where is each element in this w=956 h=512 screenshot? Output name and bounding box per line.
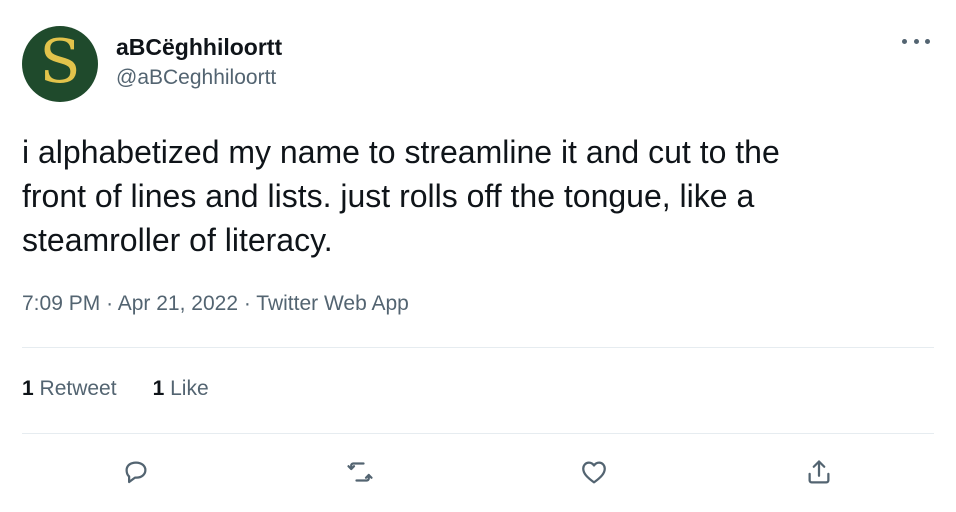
tweet-meta: 7:09 PM · Apr 21, 2022 · Twitter Web App <box>22 292 409 316</box>
avatar-letter: S <box>39 27 81 97</box>
likes-label: Like <box>170 377 209 400</box>
retweets-stat[interactable]: 1 Retweet <box>22 377 117 401</box>
meta-separator: · <box>243 292 257 315</box>
retweets-label: Retweet <box>39 377 117 400</box>
meta-separator: · <box>106 292 118 315</box>
tweet-stats: 1 Retweet 1 Like <box>22 377 209 401</box>
tweet-source[interactable]: Twitter Web App <box>256 292 409 315</box>
display-name[interactable]: aBCëghhiloortt <box>116 34 282 61</box>
action-bar <box>0 452 956 496</box>
divider <box>22 347 934 348</box>
likes-stat[interactable]: 1 Like <box>153 377 209 401</box>
more-horizontal-icon[interactable] <box>902 34 930 48</box>
likes-count: 1 <box>152 377 165 400</box>
divider <box>22 433 934 434</box>
retweet-icon[interactable] <box>340 452 380 492</box>
heart-icon[interactable] <box>574 452 614 492</box>
reply-icon[interactable] <box>116 452 156 492</box>
tweet-date[interactable]: Apr 21, 2022 <box>118 292 238 315</box>
share-icon[interactable] <box>799 452 839 492</box>
user-handle[interactable]: @aBCeghhiloortt <box>116 66 276 90</box>
avatar[interactable]: S <box>22 26 98 102</box>
tweet-text: i alphabetized my name to streamline it … <box>22 134 780 258</box>
retweets-count: 1 <box>22 377 34 400</box>
tweet-time[interactable]: 7:09 PM <box>22 292 100 315</box>
tweet-card: S aBCëghhiloortt @aBCeghhiloortt i alpha… <box>0 0 956 512</box>
